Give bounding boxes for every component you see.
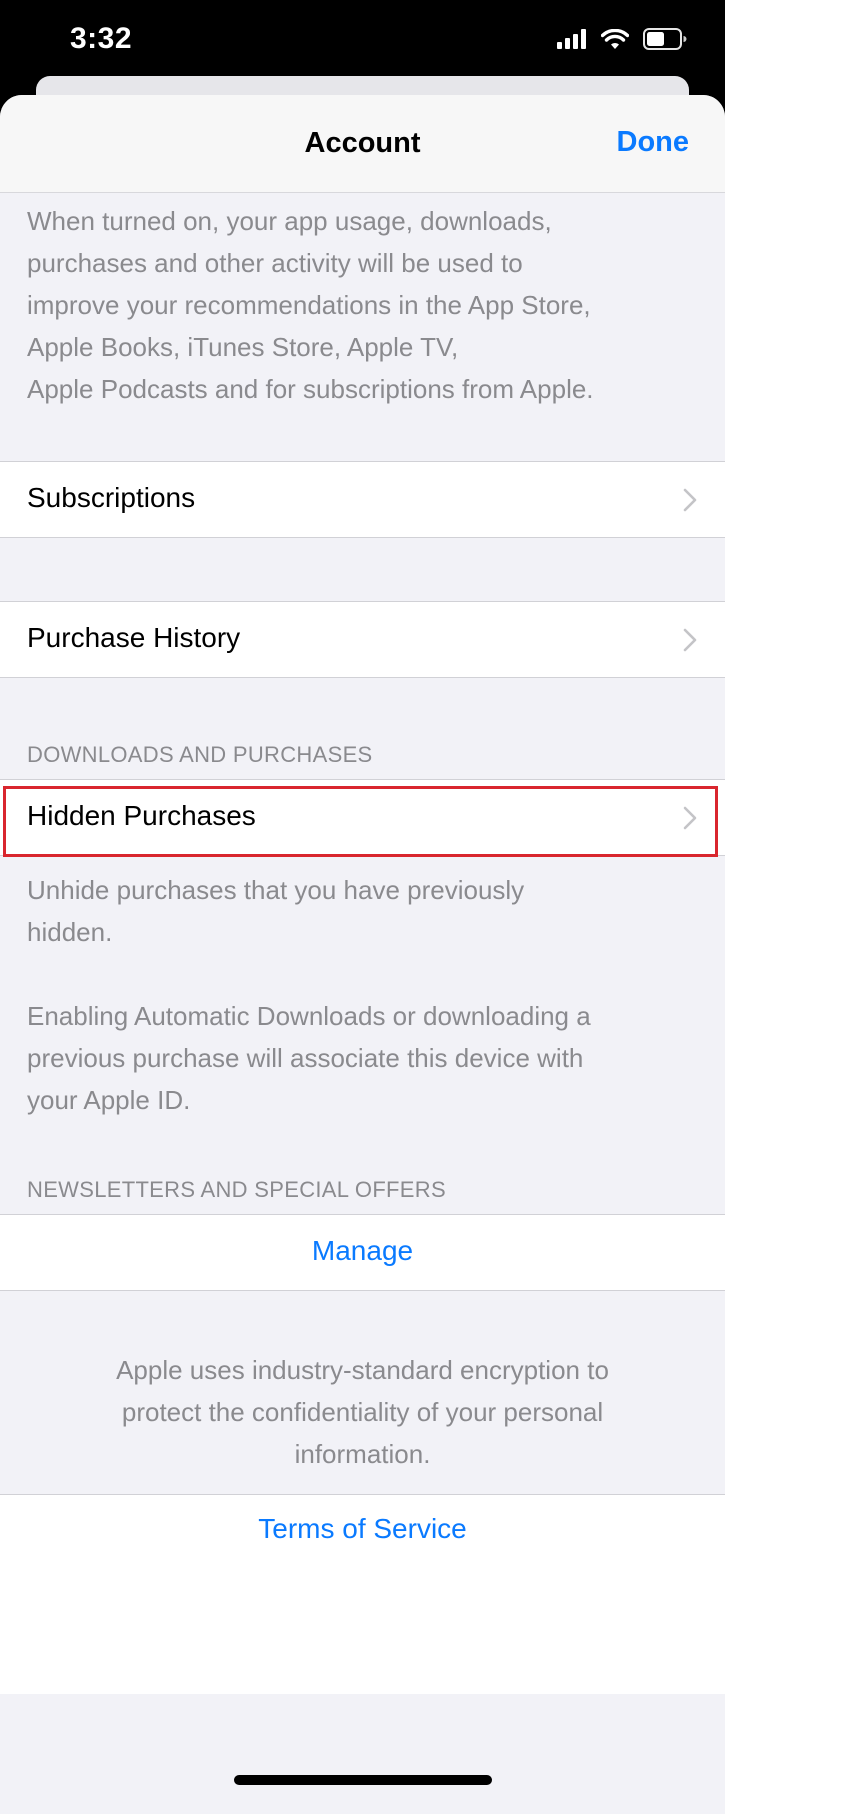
home-indicator[interactable] [234, 1775, 492, 1785]
status-icons [557, 28, 687, 50]
note-line: information. [294, 1439, 431, 1469]
note-line: protect the confidentiality of your pers… [121, 1397, 604, 1427]
automatic-downloads-footer: Enabling Automatic Downloads or download… [27, 995, 697, 1121]
purchase-history-row[interactable]: Purchase History [0, 601, 725, 678]
footer-line: hidden. [27, 917, 113, 947]
recommendations-footer: When turned on, your app usage, download… [27, 200, 697, 410]
done-button[interactable]: Done [617, 126, 690, 159]
footer-line: purchases and other activity will be use… [27, 248, 523, 278]
footer-line: Apple Books, iTunes Store, Apple TV, [27, 332, 459, 362]
navigation-bar: Account Done [0, 95, 725, 193]
manage-button[interactable]: Manage [0, 1235, 725, 1267]
chevron-right-icon [683, 628, 697, 652]
footer-line: your Apple ID. [27, 1085, 191, 1115]
subscriptions-label: Subscriptions [27, 482, 196, 513]
footer-line: improve your recommendations in the App … [27, 290, 591, 320]
footer-line: Unhide purchases that you have previousl… [27, 875, 525, 905]
manage-row[interactable]: Manage [0, 1214, 725, 1291]
chevron-right-icon [683, 806, 697, 830]
downloads-section-header: DOWNLOADS AND PURCHASES [27, 742, 373, 767]
note-line: Apple uses industry-standard encryption … [116, 1355, 609, 1385]
newsletters-section-header: NEWSLETTERS AND SPECIAL OFFERS [27, 1177, 446, 1202]
footer-line: Enabling Automatic Downloads or download… [27, 1001, 591, 1031]
battery-icon [643, 28, 687, 50]
cellular-signal-icon [557, 29, 586, 49]
footer-line: previous purchase will associate this de… [27, 1043, 584, 1073]
subscriptions-row[interactable]: Subscriptions [0, 461, 725, 538]
encryption-note: Apple uses industry-standard encryption … [50, 1349, 675, 1475]
account-sheet: Account Done When turned on, your app us… [0, 95, 725, 1814]
hidden-purchases-row[interactable]: Hidden Purchases [0, 779, 725, 856]
terms-row: Terms of Service [0, 1494, 725, 1694]
phone-screen: 3:32 Account Done When turned on, your a… [0, 0, 725, 1814]
hidden-purchases-footer: Unhide purchases that you have previousl… [27, 869, 697, 953]
hidden-purchases-label: Hidden Purchases [27, 800, 256, 831]
footer-line: When turned on, your app usage, download… [27, 206, 552, 236]
purchase-history-label: Purchase History [27, 622, 241, 653]
terms-of-service-link[interactable]: Terms of Service [0, 1513, 725, 1545]
chevron-right-icon [683, 488, 697, 512]
footer-line: Apple Podcasts and for subscriptions fro… [27, 374, 594, 404]
wifi-icon [601, 28, 629, 49]
status-time: 3:32 [70, 22, 133, 55]
